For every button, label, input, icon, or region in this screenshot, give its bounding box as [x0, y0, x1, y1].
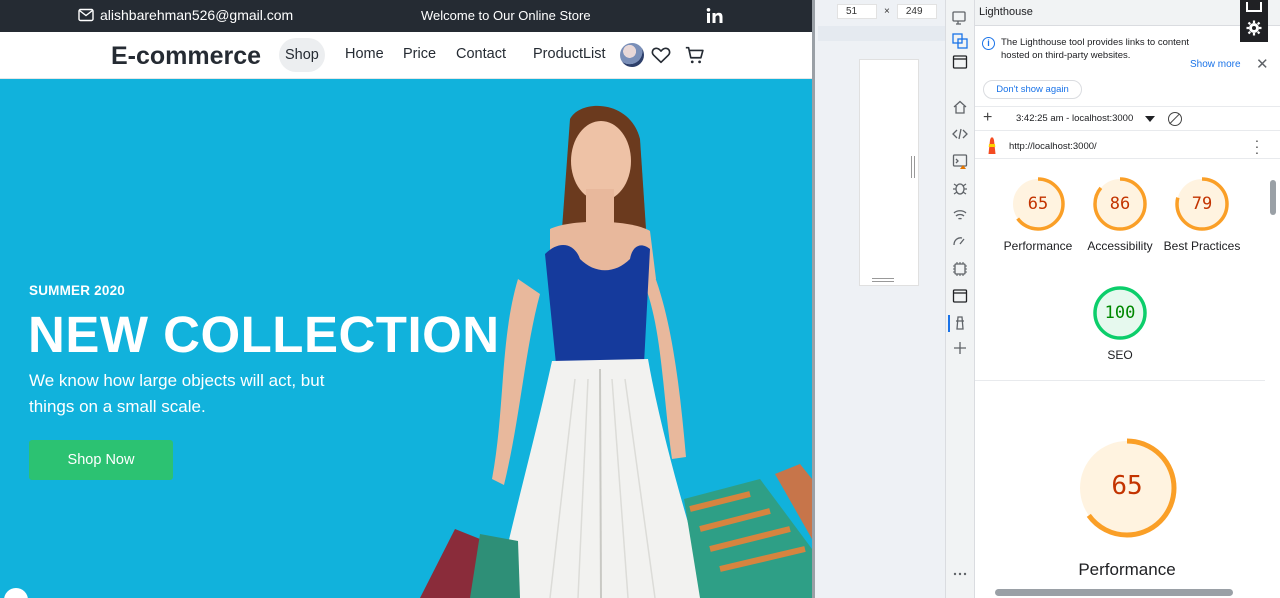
- score-gauge-best-practices[interactable]: 79: [1174, 176, 1230, 232]
- nav-link-shop[interactable]: Shop: [279, 38, 325, 72]
- horizontal-scrollbar[interactable]: [995, 589, 1233, 596]
- dimension-separator: ×: [884, 6, 890, 17]
- panel-header: Lighthouse: [975, 0, 1280, 42]
- nav-link-contact[interactable]: Contact: [456, 46, 506, 62]
- nav-link-price[interactable]: Price: [403, 46, 436, 62]
- score-gauge-performance[interactable]: 65: [1010, 176, 1066, 232]
- score-label: Accessibility: [1087, 239, 1153, 253]
- vertical-scrollbar[interactable]: [1270, 180, 1276, 215]
- score-value: 100: [1104, 303, 1136, 323]
- performance-detail-label: Performance: [1078, 560, 1176, 579]
- new-report-icon[interactable]: +: [983, 109, 992, 127]
- bug-icon[interactable]: [952, 180, 968, 196]
- mail-icon: [78, 8, 94, 22]
- panel-title: Lighthouse: [979, 6, 1033, 18]
- performance-detail-value: 65: [1111, 471, 1143, 501]
- console-icon[interactable]: [952, 153, 968, 169]
- kebab-menu-icon[interactable]: · · ·: [1254, 133, 1260, 159]
- home-icon[interactable]: [952, 99, 968, 115]
- hero-subtitle: We know how large objects will act, but …: [29, 371, 325, 416]
- floating-button[interactable]: [4, 588, 28, 598]
- heart-icon[interactable]: [650, 44, 672, 66]
- cart-icon[interactable]: [684, 44, 706, 66]
- inspect-icon[interactable]: [952, 33, 968, 49]
- info-icon: i: [982, 37, 995, 50]
- score-value: 65: [1027, 194, 1049, 214]
- contact-email[interactable]: alishbarehman526@gmail.com: [78, 7, 293, 23]
- resize-handle-horizontal[interactable]: [872, 278, 894, 282]
- screen: alishbarehman526@gmail.com Welcome to Ou…: [0, 0, 1280, 598]
- dock-icon[interactable]: [1246, 2, 1262, 12]
- nav-link-home[interactable]: Home: [345, 46, 384, 62]
- width-input[interactable]: 51: [837, 4, 877, 19]
- contact-email-text: alishbarehman526@gmail.com: [100, 7, 294, 23]
- height-input[interactable]: 249: [896, 4, 937, 19]
- dont-show-again-button[interactable]: Don't show again: [983, 80, 1082, 99]
- device-icon[interactable]: [952, 10, 968, 26]
- devtools-side-toolbar: [945, 0, 975, 598]
- hero-title: NEW COLLECTION: [28, 306, 500, 363]
- divider: [975, 380, 1265, 381]
- brand-logo[interactable]: E-commerce: [111, 42, 261, 71]
- score-gauge-accessibility[interactable]: 86: [1092, 176, 1148, 232]
- info-text: The Lighthouse tool provides links to co…: [1001, 37, 1190, 61]
- media-query-bar: [818, 26, 948, 41]
- device-dimensions: 51 × 249: [837, 4, 937, 19]
- chevron-down-icon[interactable]: [1145, 116, 1155, 122]
- website-viewport: alishbarehman526@gmail.com Welcome to Ou…: [0, 0, 812, 598]
- linkedin-icon[interactable]: [706, 7, 724, 25]
- main-navigation: E-commerce Shop Home Price Contact Produ…: [0, 32, 812, 79]
- application-icon[interactable]: [952, 288, 968, 304]
- elements-icon[interactable]: [952, 54, 968, 70]
- score-label: Performance: [1003, 239, 1073, 253]
- score-label: Best Practices: [1163, 239, 1241, 253]
- report-url-bar: http://localhost:3000/ · · ·: [975, 133, 1280, 159]
- close-icon[interactable]: ✕: [1256, 55, 1269, 73]
- score-value: 79: [1191, 194, 1213, 214]
- report-url: http://localhost:3000/: [1009, 141, 1097, 152]
- nav-link-productlist[interactable]: ProductList: [533, 46, 606, 62]
- lighthouse-panel: Lighthouse i The Lighthouse tool provide…: [975, 0, 1280, 598]
- avatar[interactable]: [620, 43, 644, 67]
- hero-banner: SUMMER 2020 NEW COLLECTION We know how l…: [0, 79, 812, 598]
- more-icon[interactable]: [952, 566, 968, 582]
- show-more-link[interactable]: Show more: [1190, 59, 1241, 70]
- resize-handle-vertical[interactable]: [911, 156, 915, 178]
- shop-now-button[interactable]: Shop Now: [29, 440, 173, 480]
- info-banner: i The Lighthouse tool provides links to …: [975, 26, 1280, 102]
- lighthouse-logo-icon: [988, 137, 996, 154]
- memory-icon[interactable]: [952, 261, 968, 277]
- clear-icon[interactable]: [1168, 112, 1182, 126]
- add-icon[interactable]: [952, 340, 968, 356]
- score-gauge-seo[interactable]: 100: [1092, 285, 1148, 341]
- sources-icon[interactable]: [952, 126, 968, 142]
- report-toolbar: + 3:42:25 am - localhost:3000: [975, 106, 1280, 131]
- device-frame: [859, 59, 919, 286]
- welcome-message: Welcome to Our Online Store: [421, 8, 591, 23]
- score-value: 86: [1109, 194, 1131, 214]
- hero-pre-title: SUMMER 2020: [29, 283, 125, 298]
- report-selector[interactable]: 3:42:25 am - localhost:3000: [1016, 113, 1133, 124]
- performance-icon[interactable]: [952, 234, 968, 250]
- top-bar: alishbarehman526@gmail.com Welcome to Ou…: [0, 0, 812, 32]
- performance-detail-gauge: 65: [1075, 436, 1179, 540]
- score-label: SEO: [1107, 348, 1133, 362]
- active-tool-indicator: [948, 315, 950, 332]
- device-emulation-pane: 51 × 249: [812, 0, 948, 598]
- lighthouse-icon[interactable]: [952, 315, 968, 331]
- network-icon[interactable]: [952, 207, 968, 223]
